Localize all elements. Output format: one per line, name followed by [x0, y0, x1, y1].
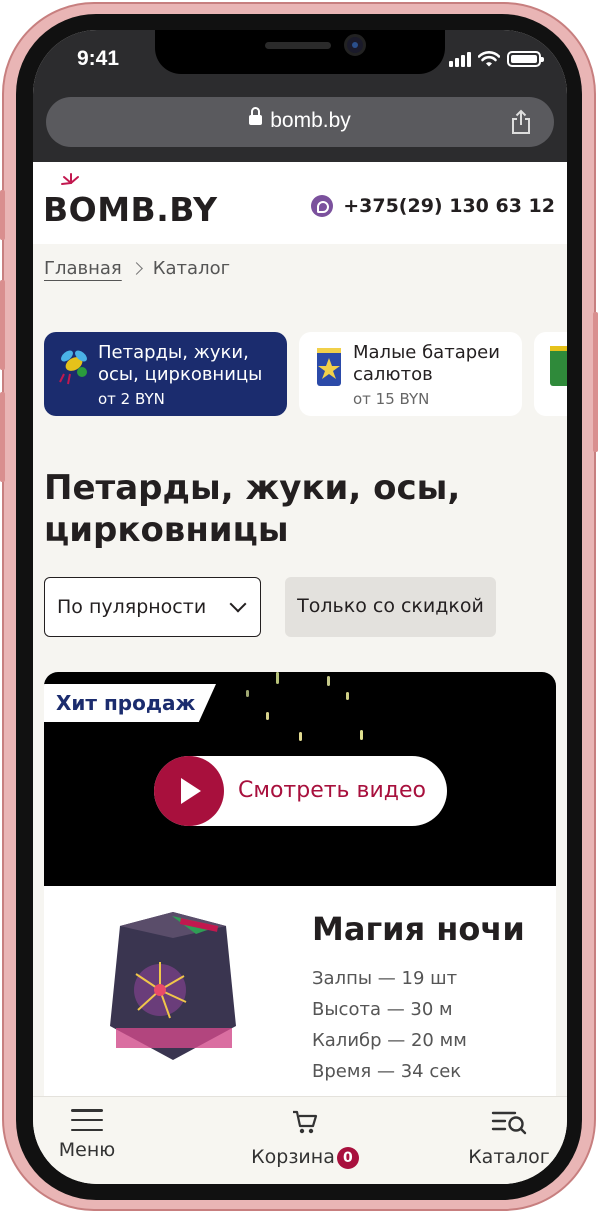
- product-image[interactable]: [100, 906, 246, 1066]
- play-button: [154, 756, 224, 826]
- side-button: [0, 392, 5, 482]
- firework-battery-icon: [550, 346, 567, 386]
- category-price: от 15 BYN: [353, 390, 430, 408]
- video-preview[interactable]: Хит продаж Смотреть видео: [44, 672, 556, 886]
- url-display: bomb.by: [46, 107, 554, 133]
- firework-battery-icon: [317, 348, 341, 386]
- bestseller-badge: Хит продаж: [44, 684, 216, 722]
- firework-spark: [299, 732, 302, 741]
- cart-count-badge: 0: [336, 1147, 359, 1169]
- sort-value: По пулярности: [57, 596, 207, 618]
- url-bar[interactable]: bomb.by: [46, 97, 554, 147]
- site-header: BOMB.BY +375(29) 130 63 12: [33, 162, 567, 244]
- phone-link[interactable]: +375(29) 130 63 12: [311, 195, 555, 217]
- nav-menu-label: Меню: [58, 1139, 116, 1161]
- nav-menu[interactable]: Меню: [57, 1109, 117, 1161]
- speaker: [265, 42, 331, 49]
- watch-video-button[interactable]: Смотреть видео: [154, 756, 447, 826]
- product-name[interactable]: Магия ночи: [312, 910, 525, 948]
- firework-spark: [327, 676, 330, 686]
- signal-icon: [449, 52, 471, 67]
- nav-cart[interactable]: Корзина 0: [245, 1109, 365, 1169]
- share-icon[interactable]: [510, 109, 532, 135]
- breadcrumb-home-link[interactable]: Главная: [44, 258, 122, 279]
- viber-icon: [311, 195, 334, 217]
- screen: 9:41 bomb.by BOMB.BY +375(29) 130 63 12 …: [33, 30, 567, 1184]
- nav-cart-label: Корзина 0: [245, 1146, 365, 1169]
- page-title: Петарды, жуки, осы, цирковницы: [44, 468, 461, 550]
- front-camera: [344, 34, 366, 56]
- bug-firecracker-icon: [59, 350, 87, 385]
- firework-spark: [346, 692, 349, 700]
- url-text: bomb.by: [270, 109, 351, 132]
- chevron-right-icon: [129, 262, 143, 275]
- firework-spark: [276, 672, 279, 684]
- firework-spark: [360, 730, 363, 740]
- category-card-small-batteries[interactable]: Малые батареи салютов от 15 BYN: [299, 332, 522, 416]
- product-spec: Высота — 30 м: [312, 999, 453, 1020]
- site-logo[interactable]: BOMB.BY: [43, 190, 217, 229]
- play-icon: [181, 778, 201, 804]
- menu-icon: [71, 1109, 103, 1131]
- product-spec: Калибр — 20 мм: [312, 1030, 467, 1051]
- wifi-icon: [478, 51, 500, 67]
- category-title: Малые батареи салютов: [353, 342, 500, 385]
- nav-catalog-label: Каталог: [468, 1146, 550, 1168]
- sort-select[interactable]: По пулярности: [44, 577, 261, 637]
- status-time: 9:41: [77, 47, 120, 70]
- bottom-nav: Меню Корзина 0 Каталог: [33, 1096, 567, 1184]
- status-icons: [449, 51, 544, 67]
- product-spec: Время — 34 сек: [312, 1061, 462, 1082]
- firework-spark: [246, 690, 249, 697]
- breadcrumb: Главная Каталог: [44, 258, 230, 279]
- side-button: [0, 190, 5, 240]
- category-card-partial[interactable]: [534, 332, 567, 416]
- product-spec: Залпы — 19 шт: [312, 968, 458, 989]
- lock-icon: [249, 107, 263, 127]
- discount-filter-button[interactable]: Только со скидкой: [285, 577, 496, 637]
- browser-chrome: 9:41 bomb.by: [33, 30, 567, 162]
- category-price: от 2 BYN: [98, 390, 165, 408]
- category-card-firecrackers[interactable]: Петарды, жуки, осы, цирковницы от 2 BYN: [44, 332, 287, 416]
- watch-video-label: Смотреть видео: [238, 778, 426, 803]
- catalog-search-icon: [491, 1111, 527, 1135]
- firework-spark: [266, 712, 269, 720]
- category-title: Петарды, жуки, осы, цирковницы: [98, 342, 263, 385]
- cart-icon: [293, 1110, 318, 1134]
- battery-icon: [507, 51, 544, 67]
- chevron-down-icon: [229, 595, 247, 613]
- side-button: [593, 312, 598, 452]
- nav-catalog[interactable]: Каталог: [467, 1109, 551, 1168]
- notch: [155, 30, 445, 74]
- phone-number: +375(29) 130 63 12: [343, 195, 555, 217]
- category-carousel[interactable]: Петарды, жуки, осы, цирковницы от 2 BYN …: [44, 332, 567, 416]
- side-button: [0, 280, 5, 370]
- breadcrumb-current: Каталог: [152, 258, 231, 279]
